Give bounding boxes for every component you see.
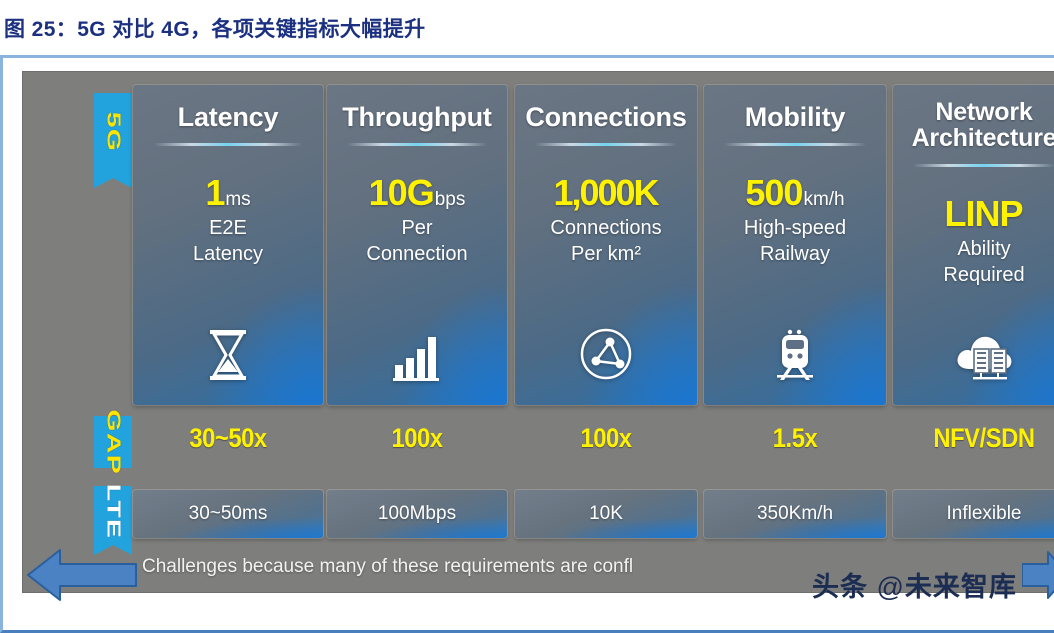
lte-chip: Inflexible [893, 490, 1054, 538]
ribbon-5g: 5G [94, 93, 132, 188]
lte-chip: 350Km/h [704, 490, 886, 538]
gap-value: NFV/SDN [933, 423, 1035, 453]
card-throughput: Throughput 10Gbps Per Connection [327, 85, 507, 405]
metric-value: 500 [745, 172, 803, 214]
network-nodes-icon [515, 325, 697, 381]
gap-value: 30~50x [189, 423, 267, 453]
metric-desc-line2: Latency [192, 243, 264, 266]
ribbon-gap: GAP [94, 409, 132, 475]
arrow-right-icon [1022, 551, 1054, 599]
ribbon-lte: LTE [94, 484, 132, 555]
ribbon-lte-label: LTE [103, 484, 124, 540]
metric-value: 1 [205, 172, 225, 214]
metric-desc-line1: Per [401, 217, 433, 240]
metric-desc-line2: Railway [759, 243, 830, 266]
metric-unit: km/h [803, 189, 845, 211]
gap-value: 100x [580, 423, 632, 453]
metric-desc-line2: Connection [366, 243, 468, 266]
arrow-left-icon [27, 549, 137, 601]
diagram-stage: 5G GAP LTE Latency 1ms E2E Latency 30~50… [22, 71, 1054, 593]
watermark: 头条 @未来智库 [812, 565, 1017, 604]
banner-text: Challenges because many of these require… [142, 556, 634, 577]
card-metric: 500km/h High-speed Railway [744, 172, 846, 266]
metric-desc-line2: Per km² [571, 243, 641, 266]
card-divider [346, 143, 488, 147]
gap-value: 100x [391, 423, 443, 453]
column-connections: Connections 1,000K Connections Per km² 1… [515, 85, 697, 585]
lte-chip: 100Mbps [327, 490, 507, 538]
card-mobility: Mobility 500km/h High-speed Railway [704, 85, 886, 405]
gap-value: 1.5x [772, 423, 818, 453]
card-divider [724, 143, 866, 147]
card-metric: LINP Ability Required [943, 193, 1024, 287]
card-metric: 1,000K Connections Per km² [550, 172, 661, 266]
card-title: Network Architecture [911, 98, 1054, 153]
figure-caption: 图 25：5G 对比 4G，各项关键指标大幅提升 [4, 17, 426, 41]
column-latency: Latency 1ms E2E Latency 30~50x 30~50ms [133, 85, 323, 585]
card-title: Throughput [342, 102, 492, 132]
train-icon [704, 325, 886, 381]
ribbon-gap-label: GAP [103, 409, 124, 475]
card-title: Connections [525, 102, 687, 132]
card-metric: 10Gbps Per Connection [366, 172, 467, 266]
metric-desc-line1: Ability [957, 237, 1011, 260]
card-network-architecture: Network Architecture LINP Ability Requir… [893, 85, 1054, 405]
columns-grid: Latency 1ms E2E Latency 30~50x 30~50ms T… [133, 85, 1054, 585]
metric-desc-line1: Connections [550, 217, 662, 240]
slide-inner: 5G GAP LTE Latency 1ms E2E Latency 30~50… [8, 63, 1054, 630]
metric-value: 1,000K [553, 172, 659, 214]
column-network-architecture: Network Architecture LINP Ability Requir… [893, 85, 1054, 585]
lte-chip: 30~50ms [133, 490, 323, 538]
hourglass-icon [133, 325, 323, 381]
metric-unit: bps [434, 189, 466, 211]
card-divider [913, 163, 1054, 167]
metric-desc-line2: Required [943, 263, 1025, 286]
metric-value: LINP [944, 192, 1023, 234]
watermark-at: @ [868, 572, 905, 602]
column-throughput: Throughput 10Gbps Per Connection 100x 10… [327, 85, 507, 585]
slide-frame: 5G GAP LTE Latency 1ms E2E Latency 30~50… [0, 55, 1054, 633]
cloud-servers-icon [893, 325, 1054, 381]
card-divider [153, 143, 303, 147]
card-latency: Latency 1ms E2E Latency [133, 85, 323, 405]
card-divider [535, 143, 677, 147]
metric-unit: ms [225, 189, 251, 211]
card-title: Mobility [744, 102, 846, 132]
card-connections: Connections 1,000K Connections Per km² [515, 85, 697, 405]
watermark-brand: 头条 [812, 572, 868, 602]
column-mobility: Mobility 500km/h High-speed Railway 1.5x… [704, 85, 886, 585]
bar-chart-icon [327, 325, 507, 381]
lte-chip: 10K [515, 490, 697, 538]
watermark-account: 未来智库 [904, 572, 1017, 602]
card-title: Latency [177, 102, 279, 132]
metric-desc-line1: E2E [209, 217, 247, 240]
metric-desc-line1: High-speed [743, 217, 847, 240]
ribbon-5g-label: 5G [103, 111, 124, 153]
card-metric: 1ms E2E Latency [193, 172, 263, 266]
ribbon-notch [94, 170, 132, 188]
metric-value: 10G [368, 172, 435, 214]
